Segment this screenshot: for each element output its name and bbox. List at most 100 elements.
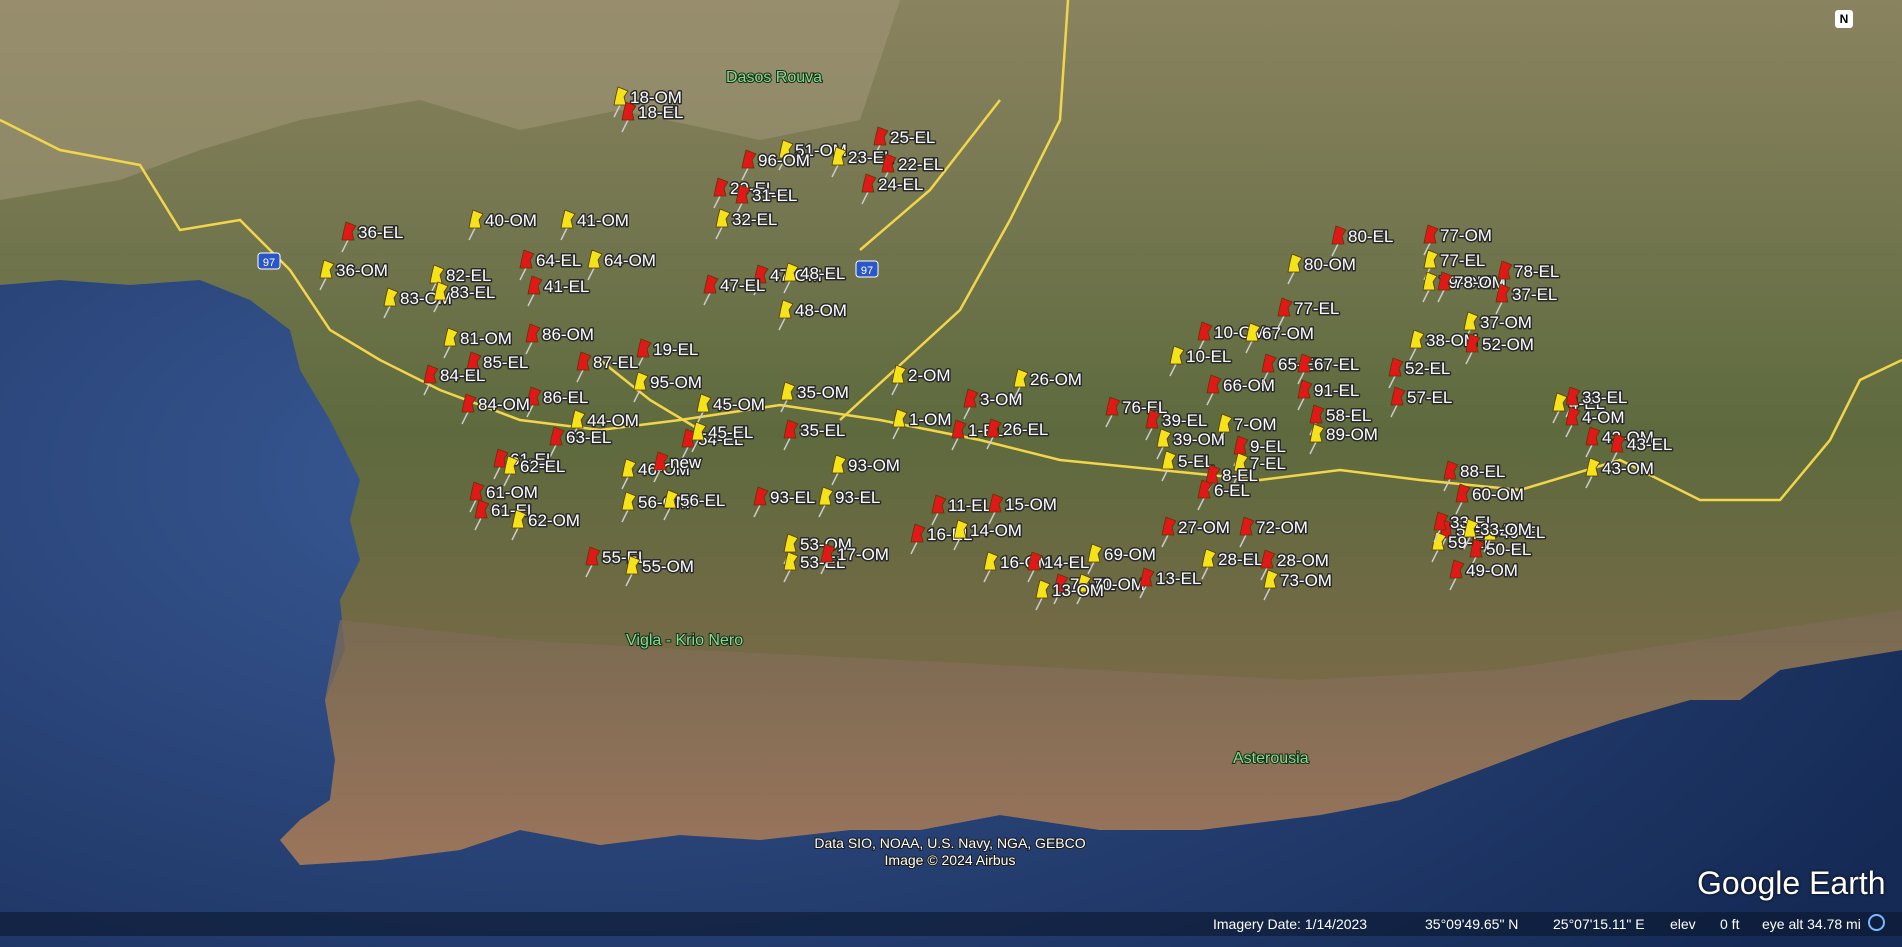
pin-label: 35-EL	[800, 421, 845, 440]
pin-label: 28-OM	[1277, 551, 1329, 570]
pin-label: 67-OM	[1262, 324, 1314, 343]
pin-label: 95-OM	[650, 373, 702, 392]
pin-label: 86-OM	[542, 325, 594, 344]
svg-text:97: 97	[263, 257, 275, 269]
satellite-map[interactable]: 18-OM18-EL51-OM25-EL96-OM 23-EL 22-EL29-EL…	[0, 0, 1902, 947]
pin-label: 41-OM	[577, 211, 629, 230]
pin-label: 63-EL	[566, 428, 611, 447]
pin-label: 37-OM	[1480, 313, 1532, 332]
longitude-readout: 25°07'15.11" E	[1553, 916, 1645, 932]
pin-label: 26-OM	[1030, 370, 1082, 389]
pin-label: 86-EL	[543, 388, 588, 407]
pin-label: 55-EL	[602, 548, 647, 567]
pin-label: 67-EL	[1314, 355, 1359, 374]
pin-label: 83-EL	[450, 283, 495, 302]
pin-label: 58-EL	[1326, 406, 1371, 425]
pin-label: 52-EL	[1405, 359, 1450, 378]
pin-label: 24-EL	[878, 175, 923, 194]
pin-label: 7-OM	[1234, 415, 1277, 434]
pin-label: 35-OM	[797, 383, 849, 402]
pin-label: new	[670, 453, 702, 472]
elev-value: 0 ft	[1720, 916, 1740, 932]
pin-label: 48-EL	[800, 264, 845, 283]
pin-label: 61-OM	[486, 483, 538, 502]
latitude-readout: 35°09'49.65" N	[1425, 916, 1519, 932]
pin-label: 15-OM	[1005, 495, 1057, 514]
pin-label: 52-OM	[1482, 335, 1534, 354]
pin-label: 33-EL	[1582, 388, 1627, 407]
loading-circle-icon	[1868, 914, 1885, 931]
pin-label: 39-OM	[1173, 430, 1225, 449]
pin-label: 76-EL	[1122, 398, 1167, 417]
pin-label: 14-OM	[970, 521, 1022, 540]
pin-label: 72-OM	[1256, 518, 1308, 537]
place-label-dasos-rouva: Dasos Rouva	[726, 69, 822, 86]
pin-label: 57-EL	[1407, 388, 1452, 407]
pin-label: 13-EL	[1156, 569, 1201, 588]
pin-label: 84-EL	[440, 366, 485, 385]
pin-label: 33-OM	[1480, 520, 1532, 539]
pin-label: 93-EL	[770, 488, 815, 507]
pin-label: 18-EL	[638, 103, 683, 122]
pin-label: 50-EL	[1486, 540, 1531, 559]
pin-label: 31-EL	[752, 186, 797, 205]
pin-label: 37-EL	[1512, 285, 1557, 304]
pin-label: 40-OM	[485, 211, 537, 230]
pin-label: 85-EL	[483, 353, 528, 372]
pin-label: 64-EL	[536, 251, 581, 270]
pin-label: 32-EL	[732, 210, 777, 229]
pin-label: 93-OM	[848, 456, 900, 475]
svg-text:97: 97	[861, 265, 873, 277]
pin-label: 60-OM	[1472, 485, 1524, 504]
pin-label: 3-OM	[980, 390, 1023, 409]
pin-label: 1-OM	[909, 410, 952, 429]
pin-label: 27-OM	[1178, 518, 1230, 537]
pin-label: 17-OM	[837, 545, 889, 564]
pin-label: 49-OM	[1466, 561, 1518, 580]
pin-label: 13-OM	[1052, 581, 1104, 600]
pin-label: 88-EL	[1460, 462, 1505, 481]
pin-label: 6-EL	[1214, 481, 1250, 500]
pin-label: 87-EL	[593, 353, 638, 372]
pin-label: 43-OM	[1602, 459, 1654, 478]
pin-label: 26-EL	[1003, 420, 1048, 439]
pin-label: 80-EL	[1348, 227, 1393, 246]
pin-label: 55-OM	[642, 557, 694, 576]
pin-label: 2-OM	[908, 366, 951, 385]
pin-label: 19-EL	[653, 340, 698, 359]
eye-altitude: eye alt 34.78 mi	[1762, 916, 1861, 932]
attribution-data: Data SIO, NOAA, U.S. Navy, NGA, GEBCO	[814, 835, 1085, 851]
pin-label: 25-EL	[890, 128, 935, 147]
pin-label: 56-EL	[680, 491, 725, 510]
pin-label: 48-OM	[795, 301, 847, 320]
pin-label: 62-OM	[528, 511, 580, 530]
pin-label: 36-OM	[336, 261, 388, 280]
pin-label: 69-OM	[1104, 545, 1156, 564]
pin-label: 96-OM	[758, 151, 810, 170]
elev-label: elev	[1670, 916, 1696, 932]
status-bar: Imagery Date: 1/14/2023 35°09'49.65" N 2…	[0, 912, 1902, 936]
pin-label: 22-EL	[898, 155, 943, 174]
pin-label: 77-EL	[1294, 299, 1339, 318]
pin-label: 89-OM	[1326, 425, 1378, 444]
pin-label: 64-OM	[604, 251, 656, 270]
place-label-asterousia: Asterousia	[1233, 750, 1309, 767]
compass-north-icon[interactable]: N	[1835, 10, 1853, 28]
google-earth-logo: Google Earth	[1697, 865, 1886, 901]
pin-label: 5-EL	[1178, 452, 1214, 471]
pin-label: 77-EL	[1440, 251, 1485, 270]
pin-label: 4-OM	[1582, 408, 1625, 427]
pin-label: 80-OM	[1304, 255, 1356, 274]
pin-label: 41-EL	[544, 277, 589, 296]
road-shield-97-west: 97	[257, 252, 281, 270]
pin-label: 36-EL	[358, 223, 403, 242]
pin-label: 45-EL	[708, 423, 753, 442]
imagery-date: Imagery Date: 1/14/2023	[1213, 916, 1368, 932]
place-label-vigla-krio-nero: Vigla - Krio Nero	[626, 632, 743, 649]
pin-label: 77-OM	[1440, 226, 1492, 245]
pin-label: 47-EL	[720, 276, 765, 295]
pin-label: 62-EL	[520, 457, 565, 476]
pin-label: 84-OM	[478, 395, 530, 414]
pin-label: 73-OM	[1280, 571, 1332, 590]
pin-label: 10-EL	[1186, 347, 1231, 366]
